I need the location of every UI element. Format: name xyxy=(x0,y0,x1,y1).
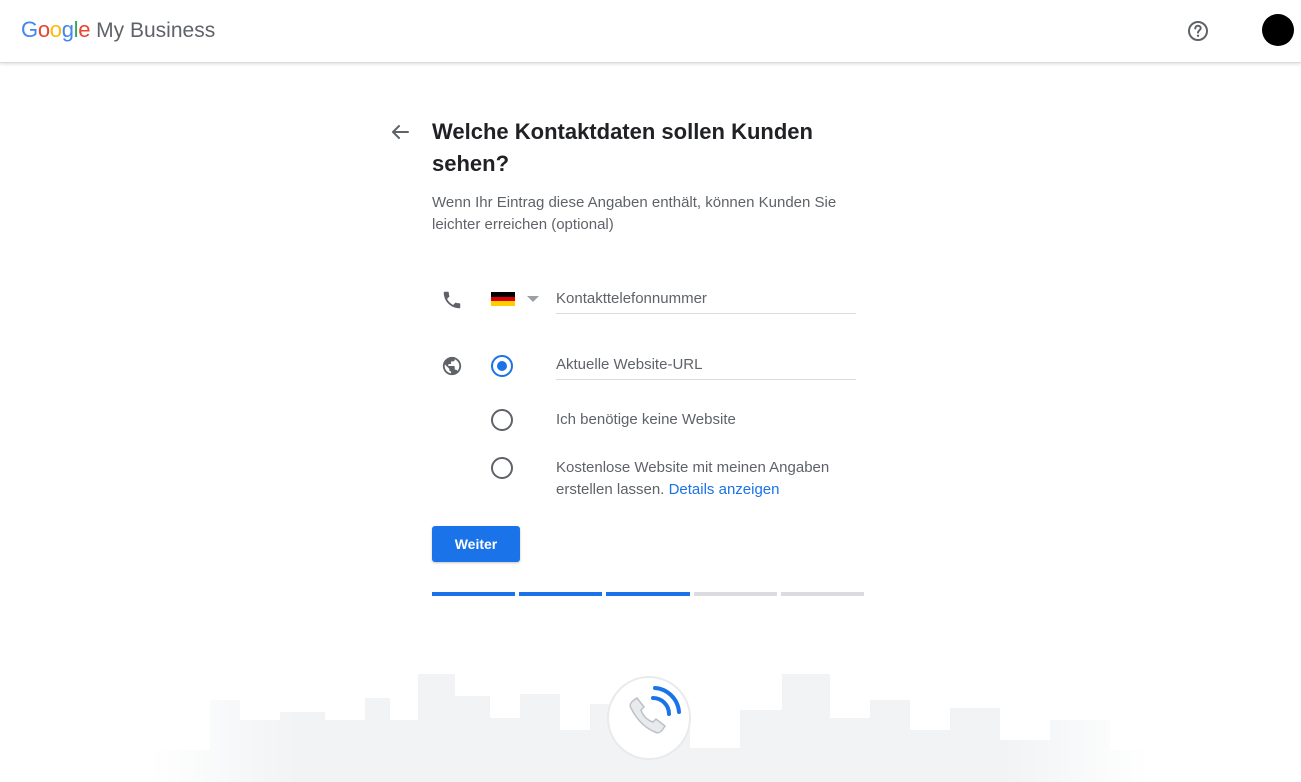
progress-segment xyxy=(693,592,777,596)
google-wordmark: Google xyxy=(21,17,90,42)
website-url-input[interactable] xyxy=(556,350,856,380)
help-icon[interactable] xyxy=(1186,19,1210,43)
account-avatar[interactable] xyxy=(1262,14,1294,46)
free-website-radio[interactable] xyxy=(491,457,513,479)
page-subtitle: Wenn Ihr Eintrag diese Angaben enthält, … xyxy=(432,194,837,233)
globe-icon xyxy=(441,355,463,377)
website-url-radio[interactable] xyxy=(491,355,513,377)
country-code-dropdown[interactable] xyxy=(491,290,543,308)
progress-segment xyxy=(519,592,603,596)
progress-segment xyxy=(432,592,516,596)
details-link[interactable]: Details anzeigen xyxy=(669,481,780,498)
back-arrow-icon[interactable] xyxy=(388,120,412,144)
product-name: My Business xyxy=(96,19,216,42)
google-my-business-logo[interactable]: Google My Business xyxy=(21,16,215,45)
top-app-bar: Google My Business xyxy=(0,0,1301,63)
progress-bar xyxy=(432,592,864,596)
progress-segment xyxy=(780,592,864,596)
phone-call-illustration xyxy=(607,676,691,760)
ringing-phone-icon xyxy=(629,686,681,734)
google-letter: g xyxy=(61,17,74,42)
dropdown-caret-icon xyxy=(527,296,539,302)
phone-icon xyxy=(441,289,463,311)
progress-segment xyxy=(606,592,690,596)
google-letter: o xyxy=(37,17,50,42)
no-website-label[interactable]: Ich benötige keine Website xyxy=(556,409,866,431)
google-letter: G xyxy=(21,17,38,42)
free-website-label[interactable]: Kostenlose Website mit meinen Angaben er… xyxy=(556,457,866,501)
phone-number-input[interactable] xyxy=(556,284,856,314)
germany-flag-icon xyxy=(491,292,515,306)
page-title: Welche Kontaktdaten sollen Kunden sehen? xyxy=(432,119,813,176)
no-website-radio[interactable] xyxy=(491,409,513,431)
google-letter: o xyxy=(49,17,62,42)
google-letter: e xyxy=(78,17,91,42)
next-button[interactable]: Weiter xyxy=(432,526,520,562)
